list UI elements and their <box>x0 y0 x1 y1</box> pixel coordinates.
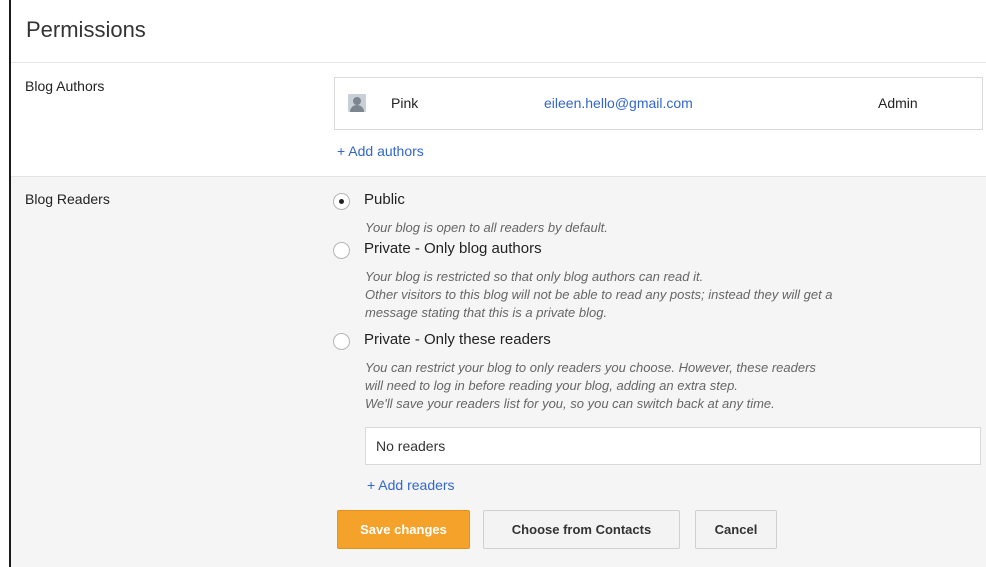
private-authors-description: Your blog is restricted so that only blo… <box>365 268 833 322</box>
readers-list-field[interactable]: No readers <box>365 427 981 465</box>
description-line: Your blog is restricted so that only blo… <box>365 269 704 284</box>
description-line: Your blog is open to all readers by defa… <box>365 220 608 235</box>
permissions-panel: Permissions Blog Authors Pink eileen.hel… <box>9 0 986 567</box>
page-title: Permissions <box>26 17 146 42</box>
choose-from-contacts-button[interactable]: Choose from Contacts <box>483 510 680 549</box>
public-description: Your blog is open to all readers by defa… <box>365 219 608 237</box>
add-authors-link[interactable]: + Add authors <box>337 143 424 159</box>
blog-readers-label: Blog Readers <box>25 191 110 207</box>
radio-private-readers[interactable] <box>333 333 350 350</box>
author-email-link[interactable]: eileen.hello@gmail.com <box>544 95 693 111</box>
radio-private-authors-label[interactable]: Private - Only blog authors <box>364 240 542 257</box>
radio-public-label[interactable]: Public <box>364 191 405 208</box>
description-line: will need to log in before reading your … <box>365 378 738 393</box>
user-avatar-icon <box>348 94 366 112</box>
authors-list: Pink eileen.hello@gmail.com Admin <box>334 77 983 130</box>
description-line: message stating that this is a private b… <box>365 305 608 320</box>
title-divider <box>11 62 986 63</box>
save-changes-button[interactable]: Save changes <box>337 510 470 549</box>
blog-authors-label: Blog Authors <box>25 78 105 94</box>
radio-private-authors[interactable] <box>333 242 350 259</box>
add-readers-link[interactable]: + Add readers <box>367 477 455 493</box>
description-line: Other visitors to this blog will not be … <box>365 287 833 302</box>
private-readers-description: You can restrict your blog to only reade… <box>365 359 816 413</box>
cancel-button[interactable]: Cancel <box>695 510 777 549</box>
radio-public[interactable] <box>333 193 350 210</box>
author-role: Admin <box>878 95 918 111</box>
description-line: You can restrict your blog to only reade… <box>365 360 816 375</box>
radio-private-readers-label[interactable]: Private - Only these readers <box>364 331 551 348</box>
description-line: We'll save your readers list for you, so… <box>365 396 775 411</box>
author-name: Pink <box>391 95 419 111</box>
